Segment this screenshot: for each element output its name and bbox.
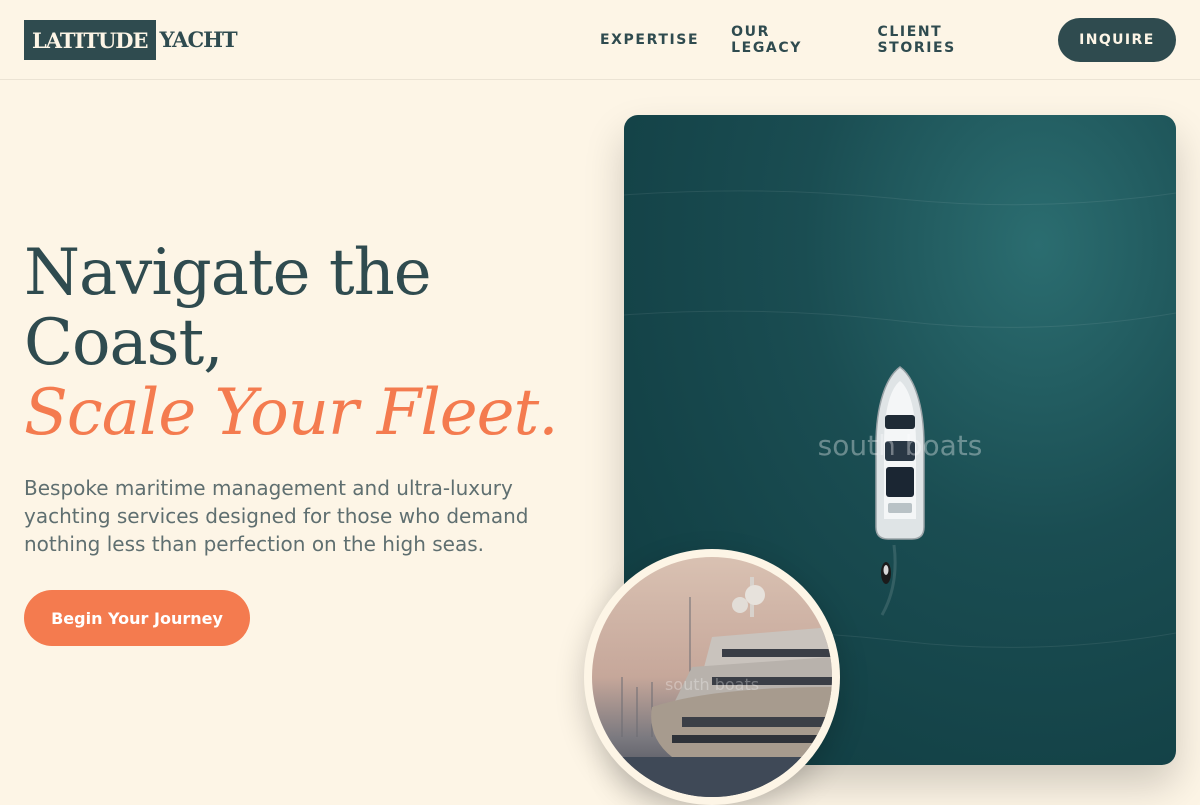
logo-box: LATITUDE [24, 20, 156, 60]
headline-line-1: Navigate the [24, 236, 432, 310]
inset-photo-watermark: south boats [664, 675, 760, 694]
nav-link-our-legacy[interactable]: OUR LEGACY [731, 24, 845, 56]
hero-headline: Navigate the Coast, Scale Your Fleet. [24, 238, 604, 448]
logo-text: YACHT [159, 27, 238, 52]
hero-subtext: Bespoke maritime management and ultra-lu… [24, 476, 529, 556]
nav-link-client-stories[interactable]: CLIENT STORIES [878, 24, 1025, 56]
brand-logo[interactable]: LATITUDE YACHT [24, 20, 238, 60]
site-header: LATITUDE YACHT EXPERTISE OUR LEGACY CLIE… [0, 0, 1200, 80]
inquire-button[interactable]: INQUIRE [1057, 18, 1176, 62]
begin-journey-button[interactable]: Begin Your Journey [24, 590, 250, 646]
inset-photo-frame: south boats [584, 549, 840, 805]
marina-yacht-photo: south boats [592, 557, 832, 797]
main-nav: EXPERTISE OUR LEGACY CLIENT STORIES INQU… [600, 0, 1176, 80]
headline-accent: Scale Your Fleet. [24, 376, 559, 450]
main-photo-watermark: south boats [817, 429, 983, 462]
nav-link-expertise[interactable]: EXPERTISE [600, 32, 699, 48]
headline-line-2: Coast, [24, 306, 224, 380]
